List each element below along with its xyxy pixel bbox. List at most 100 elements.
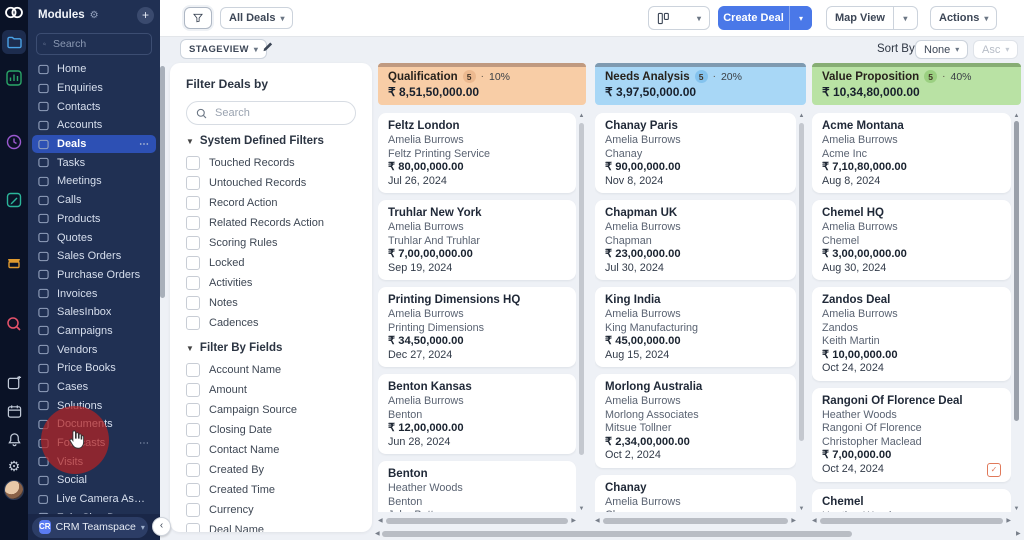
sidebar-scrollbar[interactable] [160, 66, 165, 298]
map-view-caret[interactable]: ▾ [894, 6, 918, 30]
filter-toggle-button[interactable] [184, 7, 212, 29]
scroll-up-icon[interactable]: ▲ [1012, 113, 1021, 119]
deal-card-zandos-deal[interactable]: Zandos DealAmelia BurrowsZandosKeith Mar… [812, 287, 1011, 381]
deal-card-acme-montana[interactable]: Acme MontanaAmelia BurrowsAcme Inc₹ 7,10… [812, 113, 1011, 193]
scroll-right-icon[interactable]: ▶ [791, 517, 796, 524]
actions-dropdown[interactable]: Actions ▾ [930, 6, 997, 30]
scrollbar-thumb[interactable] [820, 518, 1003, 524]
filter-option-currency[interactable]: Currency [186, 500, 356, 520]
checkbox[interactable] [186, 256, 200, 270]
sidebar-item-social[interactable]: Social [32, 471, 156, 490]
recent-icon[interactable] [0, 134, 28, 150]
scroll-down-icon[interactable]: ▼ [1012, 506, 1021, 512]
sidebar-item-enquiries[interactable]: Enquiries [32, 79, 156, 98]
filter-option-created-time[interactable]: Created Time [186, 480, 356, 500]
scrollbar-thumb[interactable] [579, 123, 584, 455]
notes-icon[interactable] [0, 192, 28, 208]
teamspace-selector[interactable]: CR CRM Teamspace ▾ [32, 517, 148, 538]
column-horizontal-scrollbar[interactable]: ◀▶ [812, 517, 1011, 526]
sidebar-search-input[interactable] [51, 37, 145, 51]
checkbox[interactable] [186, 236, 200, 250]
sidebar-item-campaigns[interactable]: Campaigns [32, 322, 156, 341]
filter-option-cadences[interactable]: Cadences [186, 313, 356, 333]
column-vertical-scrollbar[interactable]: ▲▼ [1012, 113, 1021, 512]
sort-direction-dropdown[interactable]: Asc ▾ [973, 40, 1018, 59]
deal-card-chapman-uk[interactable]: Chapman UKAmelia BurrowsChapman₹ 23,00,0… [595, 200, 796, 280]
scroll-down-icon[interactable]: ▼ [797, 506, 806, 512]
zia-search-icon[interactable] [0, 316, 28, 332]
edit-view-button[interactable] [262, 41, 274, 56]
checkbox[interactable] [186, 423, 200, 437]
sidebar-item-accounts[interactable]: Accounts [32, 116, 156, 135]
sidebar-item-vendors[interactable]: Vendors [32, 340, 156, 359]
checkbox[interactable] [186, 483, 200, 497]
scroll-up-icon[interactable]: ▲ [797, 113, 806, 119]
checkbox[interactable] [186, 196, 200, 210]
stage-view-dropdown[interactable]: STAGEVIEW ▾ [180, 39, 267, 59]
checkbox[interactable] [186, 296, 200, 310]
scroll-up-icon[interactable]: ▲ [577, 113, 586, 119]
task-checkbox-icon[interactable]: ✓ [987, 463, 1001, 477]
checkbox[interactable] [186, 276, 200, 290]
filter-option-amount[interactable]: Amount [186, 380, 356, 400]
checkbox[interactable] [186, 523, 200, 532]
deal-card-chanay[interactable]: ChanayAmelia BurrowsChanay [595, 475, 796, 513]
more-options-icon[interactable]: ⋯ [139, 438, 150, 449]
analytics-icon[interactable] [0, 70, 28, 86]
sidebar-item-products[interactable]: Products [32, 210, 156, 229]
checkbox[interactable] [186, 403, 200, 417]
compose-icon[interactable] [0, 376, 28, 391]
sidebar-item-price-books[interactable]: Price Books [32, 359, 156, 378]
sidebar-collapse-button[interactable]: ‹ [152, 517, 171, 536]
filter-option-created-by[interactable]: Created By [186, 460, 356, 480]
sidebar-item-contacts[interactable]: Contacts [32, 97, 156, 116]
deal-card-chanay-paris[interactable]: Chanay ParisAmelia BurrowsChanay₹ 90,00,… [595, 113, 796, 193]
sidebar-item-salesinbox[interactable]: SalesInbox [32, 303, 156, 322]
layout-toggle-dropdown[interactable]: ▾ [648, 6, 710, 30]
filter-option-contact-name[interactable]: Contact Name [186, 440, 356, 460]
filter-option-related-records-action[interactable]: Related Records Action [186, 213, 356, 233]
scroll-left-icon[interactable]: ◀ [595, 517, 600, 524]
sidebar-item-calls[interactable]: Calls [32, 191, 156, 210]
filter-search-input[interactable] [213, 106, 337, 120]
checkbox[interactable] [186, 176, 200, 190]
checkbox[interactable] [186, 316, 200, 330]
filter-option-notes[interactable]: Notes [186, 293, 356, 313]
filter-option-record-action[interactable]: Record Action [186, 193, 356, 213]
user-avatar[interactable] [0, 480, 28, 500]
filter-option-locked[interactable]: Locked [186, 253, 356, 273]
sidebar-item-cases[interactable]: Cases [32, 378, 156, 397]
scroll-right-icon[interactable]: ▶ [1006, 517, 1011, 524]
filter-option-touched-records[interactable]: Touched Records [186, 153, 356, 173]
sidebar-item-tasks[interactable]: Tasks [32, 153, 156, 172]
deal-card-feltz-london[interactable]: Feltz LondonAmelia BurrowsFeltz Printing… [378, 113, 576, 193]
deal-card-truhlar-new-york[interactable]: Truhlar New YorkAmelia BurrowsTruhlar An… [378, 200, 576, 280]
calendar-icon[interactable] [0, 404, 28, 419]
checkbox[interactable] [186, 443, 200, 457]
marketplace-icon[interactable] [0, 254, 28, 270]
map-view-button[interactable]: Map View [826, 6, 894, 30]
deal-card-benton[interactable]: BentonHeather WoodsBentonJohn Butt [378, 461, 576, 512]
deal-card-king-india[interactable]: King IndiaAmelia BurrowsKing Manufacturi… [595, 287, 796, 367]
sidebar-item-quotes[interactable]: Quotes [32, 228, 156, 247]
sidebar-search[interactable] [36, 33, 152, 55]
scrollbar-thumb[interactable] [799, 123, 804, 441]
deal-card-printing-dimensions-hq[interactable]: Printing Dimensions HQAmelia BurrowsPrin… [378, 287, 576, 367]
deal-card-chemel-hq[interactable]: Chemel HQAmelia BurrowsChemel₹ 3,00,00,0… [812, 200, 1011, 280]
checkbox[interactable] [186, 156, 200, 170]
checkbox[interactable] [186, 363, 200, 377]
filter-option-deal-name[interactable]: Deal Name [186, 520, 356, 532]
create-deal-button[interactable]: Create Deal [718, 6, 789, 30]
filter-option-activities[interactable]: Activities [186, 273, 356, 293]
scroll-right-icon[interactable]: ▶ [571, 517, 576, 524]
filter-option-untouched-records[interactable]: Untouched Records [186, 173, 356, 193]
sidebar-item-home[interactable]: Home [32, 60, 156, 79]
deal-card-morlong-australia[interactable]: Morlong AustraliaAmelia BurrowsMorlong A… [595, 374, 796, 468]
modules-settings-icon[interactable]: ⚙ [90, 10, 99, 21]
scroll-left-icon[interactable]: ◀ [812, 517, 817, 524]
gear-icon[interactable]: ⚙ [0, 458, 28, 475]
column-vertical-scrollbar[interactable]: ▲▼ [577, 113, 586, 512]
checkbox[interactable] [186, 383, 200, 397]
filter-search[interactable] [186, 101, 356, 125]
checkbox[interactable] [186, 503, 200, 517]
